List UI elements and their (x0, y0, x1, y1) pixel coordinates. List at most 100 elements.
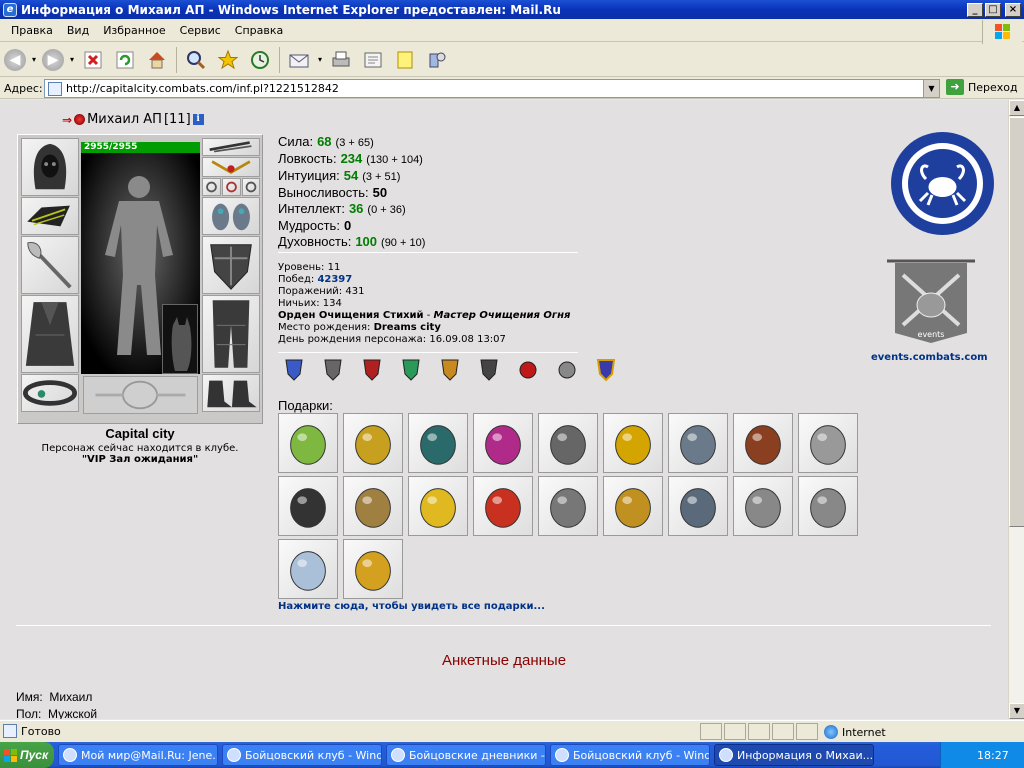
dark-book-gift-icon[interactable] (408, 413, 468, 473)
menu-help[interactable]: Справка (228, 24, 290, 37)
belt-slot[interactable] (21, 374, 79, 412)
cloak-gift-icon[interactable] (538, 413, 598, 473)
leggings-slot[interactable] (202, 295, 260, 373)
mail-dropdown-icon[interactable]: ▾ (318, 55, 322, 64)
badge-icon[interactable] (401, 358, 421, 382)
ring-slot-2[interactable] (222, 178, 241, 196)
task-label: Бойцовский клуб - Wind... (573, 748, 710, 762)
gold-bars-gift-icon[interactable] (603, 413, 663, 473)
badge-icon[interactable] (362, 358, 382, 382)
knight-statue-gift-icon[interactable] (668, 413, 728, 473)
amulet-slot[interactable] (202, 157, 260, 177)
private-message-icon[interactable]: ⇒ (62, 113, 72, 127)
gloves-slot[interactable] (21, 197, 79, 235)
go-button[interactable]: ➜ Переход (946, 79, 1018, 95)
city-name: Capital city (105, 426, 175, 441)
mug-gift-icon[interactable] (733, 413, 793, 473)
task-label: Мой мир@Mail.Ru: Jene... (81, 748, 218, 762)
jester-gift-icon[interactable] (473, 413, 533, 473)
helmet-slot[interactable] (21, 138, 79, 196)
badge-icon[interactable] (518, 358, 538, 382)
vertical-scrollbar[interactable]: ▲ ▼ (1008, 100, 1024, 719)
research-icon[interactable] (424, 47, 450, 73)
taskbar: Пуск Мой мир@Mail.Ru: Jene... Бойцовский… (0, 742, 1024, 768)
menu-favorites[interactable]: Избранное (96, 24, 172, 37)
status-panel (700, 723, 722, 740)
taskbar-item[interactable]: Бойцовские дневники -... (386, 744, 546, 766)
menu-view[interactable]: Вид (60, 24, 96, 37)
armor-slot[interactable] (21, 295, 79, 373)
number-five-gift-icon[interactable] (408, 476, 468, 536)
start-button[interactable]: Пуск (0, 742, 54, 768)
badge-icon[interactable] (440, 358, 460, 382)
scroll-down-icon[interactable]: ▼ (1009, 703, 1024, 719)
skull-cup-2-gift-icon[interactable] (798, 476, 858, 536)
forward-icon[interactable]: ▶ (42, 48, 65, 71)
mail-icon[interactable] (286, 47, 312, 73)
events-link[interactable]: events.combats.com (871, 352, 988, 363)
clock[interactable]: 18:27 (977, 749, 1009, 762)
draws-label: Ничьих: (278, 298, 320, 309)
club-emblem (83, 376, 198, 414)
print-icon[interactable] (328, 47, 354, 73)
scroll-up-icon[interactable]: ▲ (1009, 100, 1024, 116)
teddy-bear-gift-icon[interactable] (473, 476, 533, 536)
badge-icon[interactable] (596, 358, 616, 382)
shield-slot[interactable] (202, 236, 260, 294)
clan-emblem[interactable] (892, 133, 993, 234)
menu-edit[interactable]: Правка (4, 24, 60, 37)
scroll-thumb[interactable] (1009, 117, 1024, 527)
favorites-star-icon[interactable] (215, 47, 241, 73)
menu-tools[interactable]: Сервис (173, 24, 228, 37)
bells-gift-icon[interactable] (343, 539, 403, 599)
taskbar-item-active[interactable]: Информация о Михаи... (714, 744, 874, 766)
red-book-gift-icon[interactable] (343, 413, 403, 473)
star-statue-gift-icon[interactable] (668, 476, 728, 536)
badge-icon[interactable] (284, 358, 304, 382)
bracers-slot[interactable] (202, 197, 260, 235)
location-text: Персонаж сейчас находится в клубе. (41, 443, 239, 454)
badge-icon[interactable] (557, 358, 577, 382)
chalice-gift-icon[interactable] (343, 476, 403, 536)
home-icon[interactable] (144, 47, 170, 73)
forward-dropdown-icon[interactable]: ▾ (70, 55, 74, 64)
note-icon[interactable] (392, 47, 418, 73)
pet-cat-image[interactable] (162, 304, 198, 374)
close-button[interactable]: × (1005, 2, 1021, 17)
wizard-gift-icon[interactable] (278, 539, 338, 599)
taskbar-item[interactable]: Бойцовский клуб - Wind... (550, 744, 710, 766)
security-zone[interactable]: Internet (824, 725, 886, 739)
refresh-icon[interactable] (112, 47, 138, 73)
all-gifts-link[interactable]: Нажмите сюда, чтобы увидеть все подарки.… (278, 601, 545, 612)
search-icon[interactable] (183, 47, 209, 73)
stop-icon[interactable] (80, 47, 106, 73)
popup-blocked-icon[interactable] (772, 723, 794, 740)
ring-slot-1[interactable] (202, 178, 221, 196)
back-icon[interactable]: ◀ (4, 48, 26, 71)
skull-cup-gift-icon[interactable] (733, 476, 793, 536)
events-banner[interactable]: events (879, 255, 983, 345)
history-icon[interactable] (247, 47, 273, 73)
weapon-slot[interactable] (21, 236, 79, 294)
chevron-down-icon[interactable]: ▼ (923, 80, 939, 97)
chain-gift-icon[interactable] (538, 476, 598, 536)
divider (16, 625, 991, 626)
horseshoe-gift-icon[interactable] (798, 413, 858, 473)
gender-label: Пол: (16, 707, 42, 719)
chess-gift-icon[interactable] (603, 476, 663, 536)
url-input[interactable]: http://capitalcity.combats.com/inf.pl?12… (44, 79, 940, 98)
taskbar-item[interactable]: Бойцовский клуб - Wind... (222, 744, 382, 766)
info-icon[interactable]: i (192, 114, 204, 125)
back-dropdown-icon[interactable]: ▾ (32, 55, 36, 64)
orb-gift-icon[interactable] (278, 413, 338, 473)
edit-icon[interactable] (360, 47, 386, 73)
badge-icon[interactable] (479, 358, 499, 382)
boots-slot[interactable] (202, 374, 260, 412)
earring-slot[interactable] (202, 138, 260, 156)
mace-gift-icon[interactable] (278, 476, 338, 536)
minimize-button[interactable]: _ (967, 2, 983, 17)
maximize-button[interactable]: □ (985, 2, 1001, 17)
ring-slot-3[interactable] (242, 178, 260, 196)
taskbar-item[interactable]: Мой мир@Mail.Ru: Jene... (58, 744, 218, 766)
badge-icon[interactable] (323, 358, 343, 382)
